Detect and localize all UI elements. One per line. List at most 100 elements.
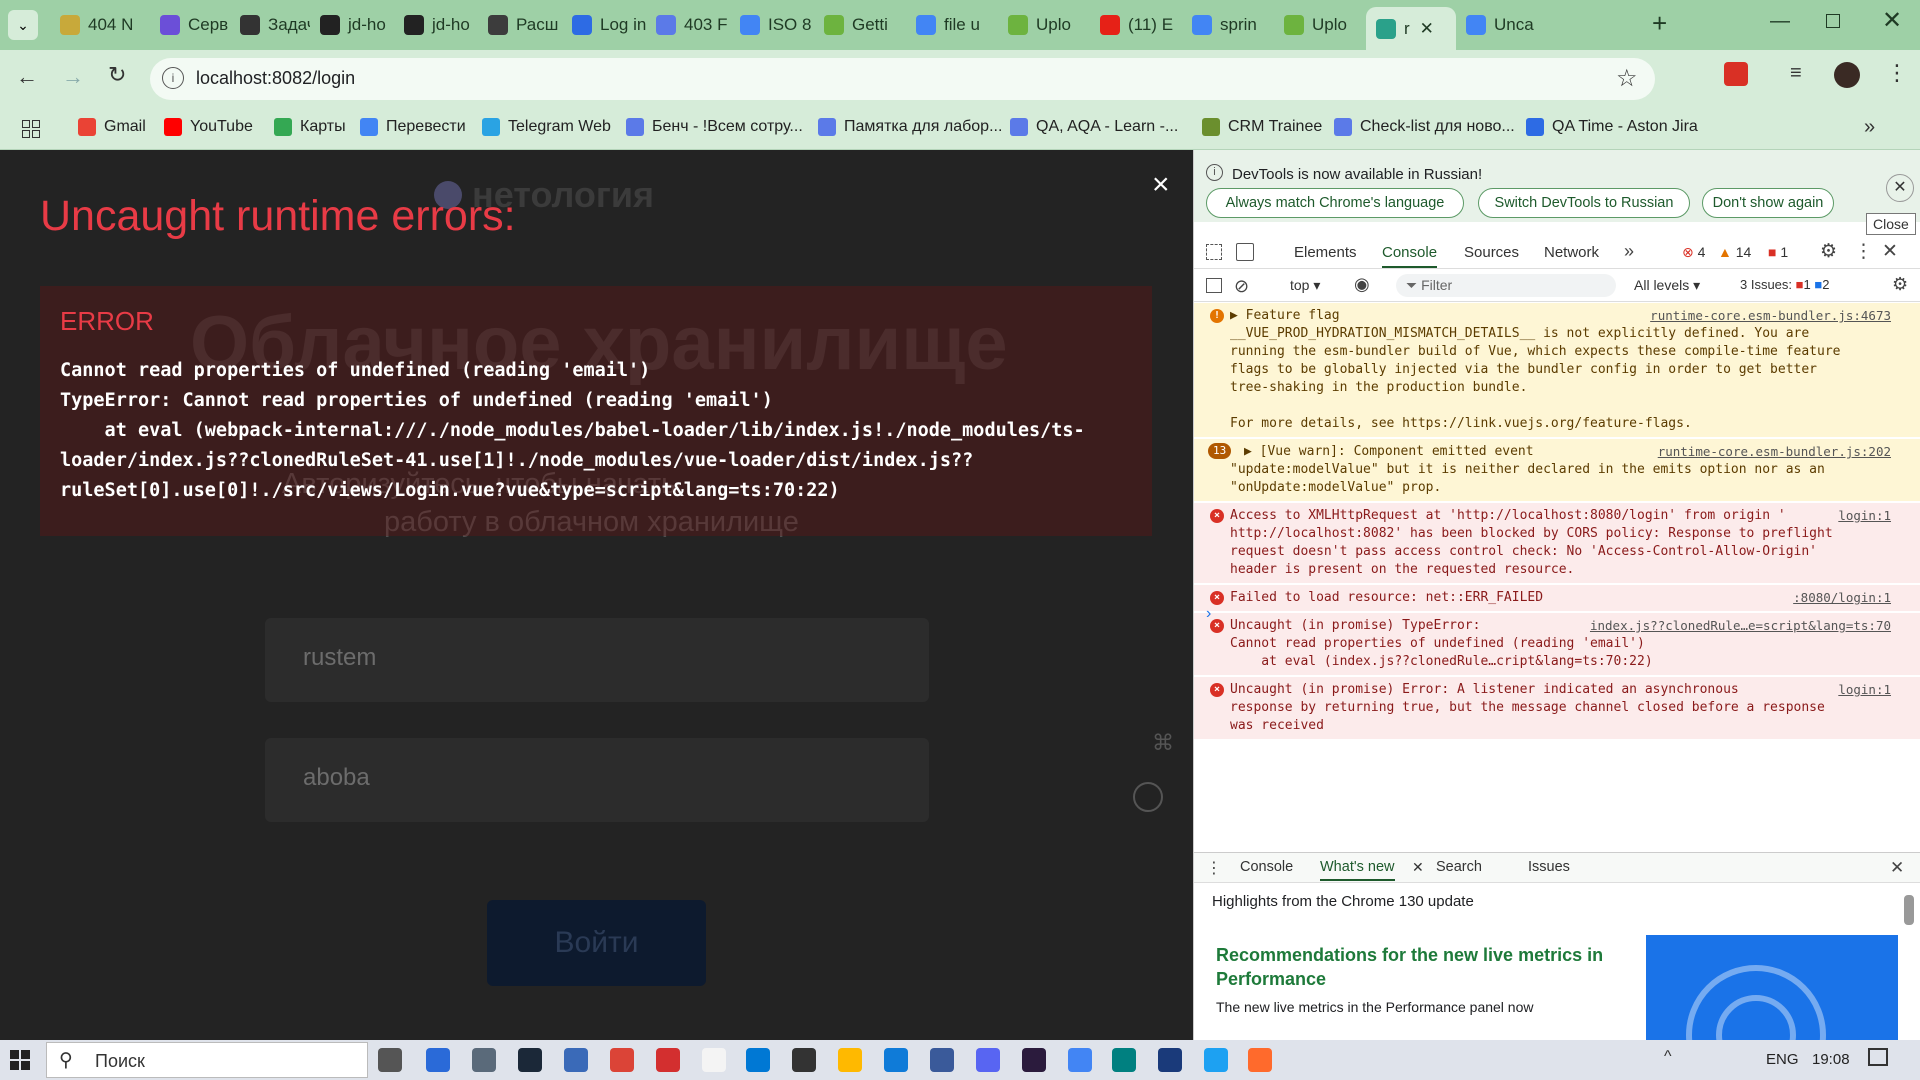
- console-message[interactable]: × Uncaught (in promise) TypeError: Cannot …: [1194, 613, 1920, 675]
- device-toolbar-icon[interactable]: [1236, 243, 1254, 261]
- drawer-close-icon[interactable]: ✕: [1890, 858, 1904, 878]
- browser-tab[interactable]: jd-ho: [310, 7, 394, 43]
- devtools-tab-console[interactable]: Console: [1382, 244, 1438, 268]
- console-message[interactable]: ! ▶ Feature flag __VUE_PROD_HYDRATION_MISM…: [1194, 303, 1920, 437]
- taskbar-app-icon[interactable]: [1204, 1048, 1228, 1072]
- issues-count[interactable]: ■ 1: [1768, 244, 1788, 260]
- browser-tab[interactable]: Расш: [478, 7, 562, 43]
- browser-tab[interactable]: Uplo: [998, 7, 1090, 43]
- levels-select[interactable]: All levels ▾: [1634, 277, 1700, 294]
- new-tab-button[interactable]: +: [1652, 8, 1667, 39]
- bookmark-item[interactable]: YouTube: [164, 118, 253, 136]
- console-message[interactable]: × Access to XMLHttpRequest at 'http://loc…: [1194, 503, 1920, 583]
- taskbar-app-icon[interactable]: [610, 1048, 634, 1072]
- clear-console-icon[interactable]: ⊘: [1234, 276, 1249, 297]
- console-settings-icon[interactable]: ⚙: [1892, 274, 1908, 295]
- notice-button[interactable]: Switch DevTools to Russian: [1478, 188, 1690, 218]
- console-source-link[interactable]: runtime-core.esm-bundler.js:202: [1657, 443, 1891, 461]
- bookmark-item[interactable]: CRM Trainee: [1202, 118, 1322, 136]
- drawer-tab[interactable]: Issues: [1528, 859, 1570, 875]
- drawer-scrollbar[interactable]: [1904, 895, 1914, 925]
- browser-tab[interactable]: Unca: [1456, 7, 1546, 43]
- browser-tab[interactable]: Log in: [562, 7, 646, 43]
- inspect-icon[interactable]: [1206, 244, 1222, 260]
- devtools-tab-elements[interactable]: Elements: [1294, 244, 1357, 261]
- console-source-link[interactable]: index.js??clonedRule…e=script&lang=ts:70: [1589, 617, 1891, 635]
- drawer-tab-close-icon[interactable]: ✕: [1412, 859, 1424, 876]
- browser-tab[interactable]: Серв: [150, 7, 230, 43]
- notifications-icon[interactable]: [1868, 1048, 1888, 1066]
- taskbar-app-icon[interactable]: [472, 1048, 496, 1072]
- taskbar-app-icon[interactable]: [746, 1048, 770, 1072]
- bookmark-item[interactable]: QA Time - Aston Jira: [1526, 118, 1698, 136]
- warning-count[interactable]: ▲ 14: [1718, 244, 1751, 260]
- notice-close-button[interactable]: ✕: [1886, 174, 1914, 202]
- taskbar-app-icon[interactable]: [884, 1048, 908, 1072]
- article-title[interactable]: Recommendations for the new live metrics…: [1216, 943, 1606, 991]
- menu-icon[interactable]: ⋮: [1886, 60, 1908, 86]
- taskbar-app-icon[interactable]: [1248, 1048, 1272, 1072]
- taskbar-app-icon[interactable]: [838, 1048, 862, 1072]
- drawer-tab[interactable]: What's new: [1320, 859, 1395, 881]
- drawer-tab[interactable]: Console: [1240, 859, 1293, 875]
- settings-gear-icon[interactable]: ⚙: [1820, 240, 1837, 263]
- console-source-link[interactable]: login:1: [1838, 681, 1891, 699]
- bookmark-item[interactable]: Telegram Web: [482, 118, 611, 136]
- notice-button[interactable]: Don't show again: [1702, 188, 1834, 218]
- taskbar-search[interactable]: ⚲ Поиск: [46, 1042, 368, 1078]
- filter-input[interactable]: ⏷ Filter: [1396, 274, 1616, 297]
- tab-search-button[interactable]: ⌄: [8, 10, 38, 40]
- bookmark-item[interactable]: Карты: [274, 118, 346, 136]
- console-message[interactable]: × Uncaught (in promise) Error: A listener…: [1194, 677, 1920, 739]
- bookmark-star-icon[interactable]: ☆: [1616, 64, 1638, 93]
- issues-summary[interactable]: 3 Issues: ■1 ■2: [1740, 277, 1829, 292]
- browser-tab[interactable]: sprin: [1182, 7, 1274, 43]
- console-source-link[interactable]: :8080/login:1: [1793, 589, 1891, 607]
- more-tabs-icon[interactable]: »: [1624, 241, 1634, 262]
- browser-tab[interactable]: 404 N: [50, 7, 150, 43]
- bookmark-item[interactable]: Gmail: [78, 118, 146, 136]
- sidebar-toggle-icon[interactable]: [1206, 278, 1222, 293]
- url-text[interactable]: localhost:8082/login: [196, 68, 355, 89]
- close-window-button[interactable]: ✕: [1882, 6, 1902, 35]
- extensions-icon[interactable]: [1724, 62, 1748, 86]
- browser-tab[interactable]: Getti: [814, 7, 906, 43]
- bookmark-item[interactable]: Памятка для лабор...: [818, 118, 1002, 136]
- taskbar-app-icon[interactable]: [1022, 1048, 1046, 1072]
- taskbar-app-icon[interactable]: [1068, 1048, 1092, 1072]
- apps-grid-icon[interactable]: [22, 120, 40, 138]
- taskbar-app-icon[interactable]: [656, 1048, 680, 1072]
- drawer-tab[interactable]: Search: [1436, 859, 1482, 875]
- start-button[interactable]: [10, 1050, 30, 1070]
- drawer-menu-icon[interactable]: ⋮: [1206, 858, 1222, 878]
- tab-close-icon[interactable]: ✕: [1420, 19, 1434, 39]
- bookmark-item[interactable]: Перевести: [360, 118, 466, 136]
- taskbar-app-icon[interactable]: [564, 1048, 588, 1072]
- forward-icon[interactable]: →: [62, 64, 84, 90]
- more-bookmarks-icon[interactable]: »: [1864, 116, 1875, 139]
- back-icon[interactable]: ←: [16, 64, 38, 90]
- taskbar-app-icon[interactable]: [702, 1048, 726, 1072]
- search-placeholder[interactable]: Поиск: [95, 1051, 145, 1072]
- error-count[interactable]: ⊗ 4: [1682, 244, 1705, 261]
- devtools-tab-sources[interactable]: Sources: [1464, 244, 1519, 261]
- browser-tab[interactable]: file u: [906, 7, 998, 43]
- taskbar-app-icon[interactable]: [518, 1048, 542, 1072]
- clock[interactable]: 19:08: [1812, 1051, 1850, 1068]
- taskbar-app-icon[interactable]: [930, 1048, 954, 1072]
- notice-button[interactable]: Always match Chrome's language: [1206, 188, 1464, 218]
- taskbar-app-icon[interactable]: [792, 1048, 816, 1072]
- console-source-link[interactable]: runtime-core.esm-bundler.js:4673: [1650, 307, 1891, 325]
- live-expression-icon[interactable]: ◉: [1354, 274, 1370, 295]
- browser-tab[interactable]: jd-ho: [394, 7, 478, 43]
- browser-tab[interactable]: Задач: [230, 7, 310, 43]
- language-indicator[interactable]: ENG: [1766, 1051, 1799, 1068]
- tray-chevron-icon[interactable]: ^: [1664, 1048, 1672, 1066]
- taskbar-app-icon[interactable]: [1112, 1048, 1136, 1072]
- browser-tab[interactable]: ISO 8: [730, 7, 814, 43]
- console-source-link[interactable]: login:1: [1838, 507, 1891, 525]
- site-info-icon[interactable]: i: [162, 67, 184, 89]
- devtools-menu-icon[interactable]: ⋮: [1854, 240, 1873, 263]
- devtools-tab-network[interactable]: Network: [1544, 244, 1599, 261]
- taskbar-app-icon[interactable]: [976, 1048, 1000, 1072]
